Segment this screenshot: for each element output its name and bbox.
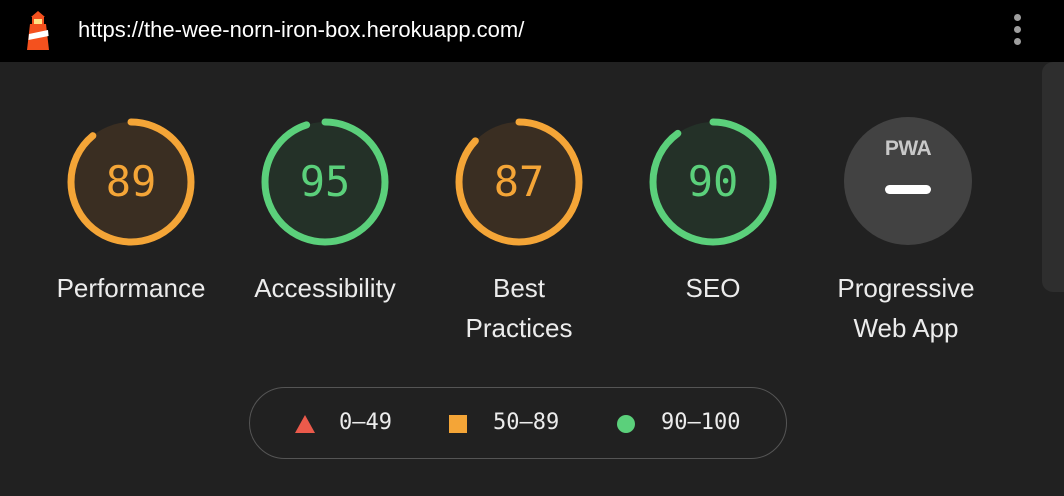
- triangle-icon: [295, 415, 315, 433]
- pwa-label[interactable]: Progressive Web App: [806, 268, 1006, 348]
- more-vert-icon[interactable]: [1004, 12, 1032, 48]
- seo-score: 90: [687, 157, 739, 206]
- circle-icon: [617, 415, 635, 433]
- score-scale-legend: 0–49 50–89 90–100: [249, 387, 787, 459]
- best-practices-gauge[interactable]: 87: [454, 117, 584, 247]
- seo-gauge[interactable]: 90: [648, 117, 778, 247]
- best-practices-score: 87: [493, 157, 545, 206]
- accessibility-score: 95: [299, 157, 351, 206]
- seo-label[interactable]: SEO: [613, 268, 813, 308]
- pwa-label-line1: Progressive: [837, 273, 975, 303]
- performance-score: 89: [105, 157, 157, 206]
- pwa-label-line2: Web App: [853, 313, 959, 343]
- pwa-badge-icon[interactable]: PWA: [844, 117, 972, 245]
- performance-label-line1: Performance: [56, 273, 206, 303]
- browser-toolbar: https://the-wee-norn-iron-box.herokuapp.…: [0, 0, 1064, 62]
- accessibility-gauge[interactable]: 95: [260, 117, 390, 247]
- best-practices-label-line1: Best: [492, 273, 546, 303]
- performance-gauge[interactable]: 89: [66, 117, 196, 247]
- url-bar[interactable]: https://the-wee-norn-iron-box.herokuapp.…: [78, 15, 524, 45]
- square-icon: [449, 415, 467, 433]
- seo-label-line1: SEO: [685, 273, 741, 303]
- performance-label[interactable]: Performance: [31, 268, 231, 308]
- accessibility-label-line1: Accessibility: [254, 273, 396, 303]
- pwa-badge-text: PWA: [884, 137, 932, 160]
- legend-pass-range: 90–100: [661, 410, 741, 435]
- lighthouse-icon[interactable]: [22, 10, 54, 52]
- accessibility-label[interactable]: Accessibility: [225, 268, 425, 308]
- scrollbar[interactable]: [1042, 62, 1064, 292]
- best-practices-label[interactable]: Best Practices: [419, 268, 619, 348]
- pwa-dash-icon: [885, 185, 931, 194]
- best-practices-label-line2: Practices: [465, 313, 573, 343]
- legend-average-range: 50–89: [493, 410, 560, 435]
- legend-fail-range: 0–49: [339, 410, 392, 435]
